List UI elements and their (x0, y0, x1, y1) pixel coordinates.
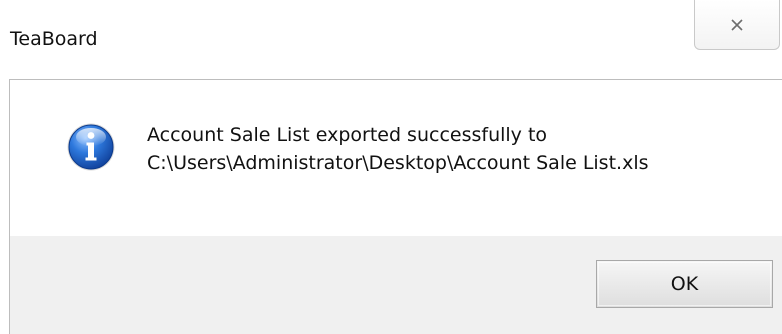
close-button[interactable] (694, 0, 780, 50)
window-title: TeaBoard (10, 28, 98, 50)
title-bar: TeaBoard (0, 0, 782, 80)
message-line-1: Account Sale List exported successfully … (147, 124, 548, 146)
message-box-window: TeaBoard Account Sale List exported succ… (0, 0, 782, 334)
close-icon (731, 18, 743, 31)
dialog-content: Account Sale List exported successfully … (10, 80, 782, 236)
info-icon (67, 123, 115, 171)
dialog-message: Account Sale List exported successfully … (147, 121, 649, 177)
message-line-2: C:\Users\Administrator\Desktop\Account S… (147, 152, 649, 174)
dialog-footer: OK (10, 236, 782, 334)
dialog-client-area: Account Sale List exported successfully … (9, 79, 782, 334)
ok-button[interactable]: OK (596, 260, 773, 308)
